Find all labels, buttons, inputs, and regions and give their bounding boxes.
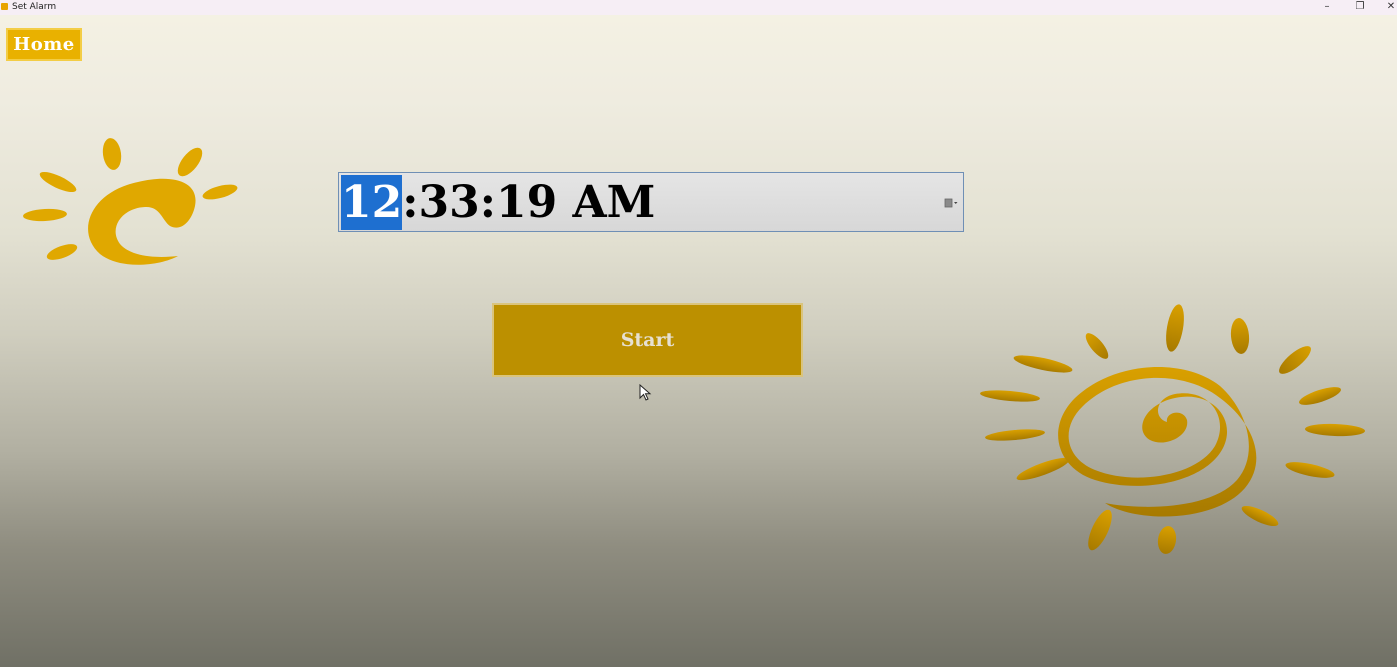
time-remainder[interactable]: :33:19 AM (402, 177, 655, 228)
close-button[interactable]: ✕ (1376, 0, 1397, 15)
dropdown-icon[interactable] (944, 197, 958, 209)
start-button[interactable]: Start (492, 303, 803, 377)
time-picker[interactable]: 12:33:19 AM (338, 172, 964, 232)
maximize-button[interactable]: ❐ (1345, 0, 1375, 15)
sun-spiral-icon (980, 304, 1365, 554)
title-bar: Set Alarm – ❐ ✕ (0, 0, 1397, 15)
window-title: Set Alarm (12, 2, 57, 12)
minimize-button[interactable]: – (1312, 0, 1342, 15)
home-button[interactable]: Home (6, 28, 82, 61)
time-display[interactable]: 12:33:19 AM (341, 175, 655, 230)
mouse-cursor-icon (639, 384, 652, 401)
app-icon (1, 3, 8, 10)
hour-segment[interactable]: 12 (341, 175, 403, 230)
sun-icon (23, 138, 238, 265)
